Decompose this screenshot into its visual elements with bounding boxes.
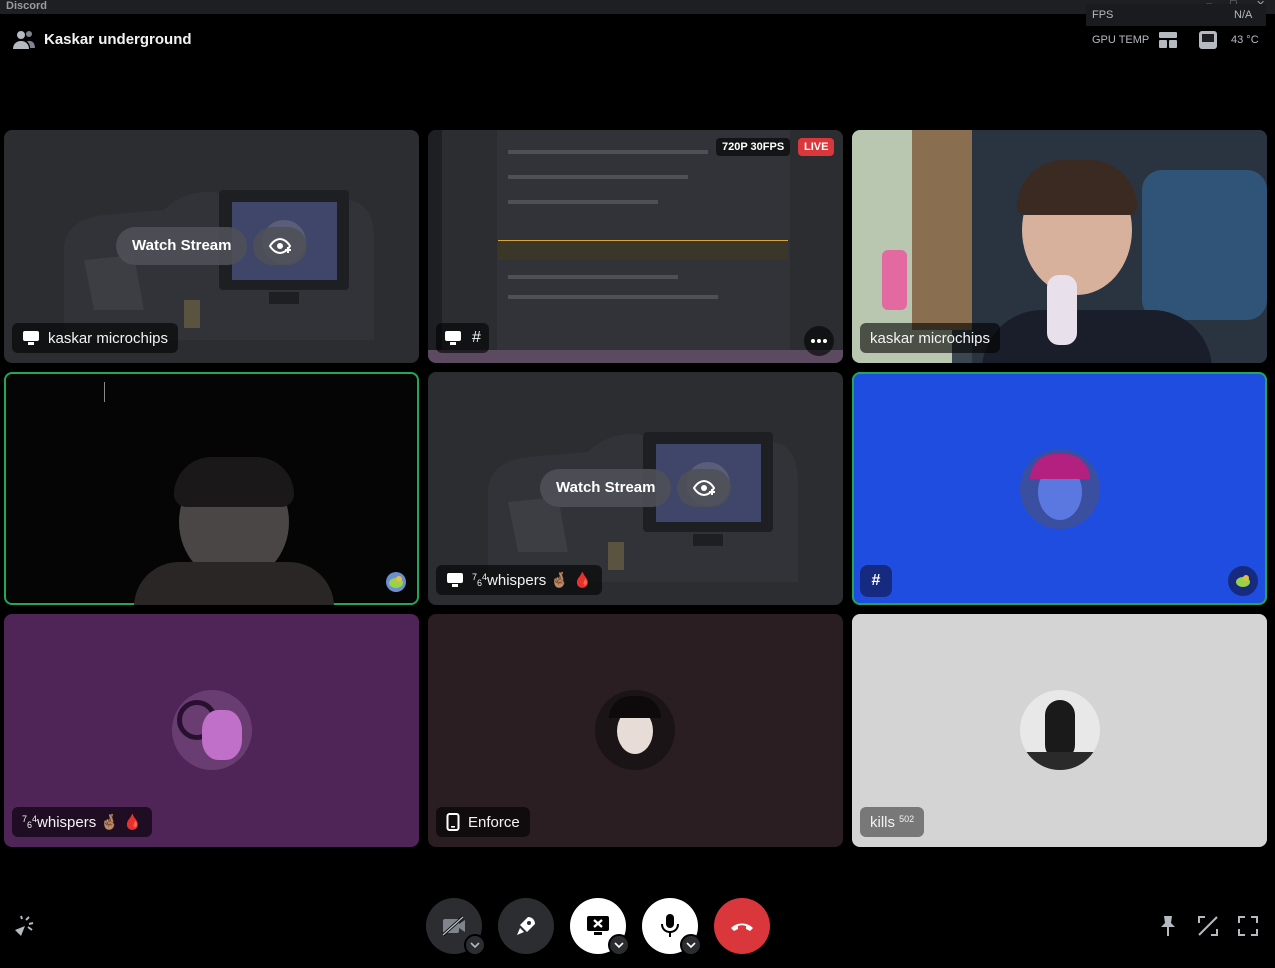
watch-stream-button[interactable]: Watch Stream <box>116 227 248 265</box>
live-stream-tile[interactable]: 720P 30FPS LIVE # <box>428 130 843 363</box>
avatar-tile[interactable]: kills 502 <box>852 614 1267 847</box>
stream-tile[interactable]: Watch Stream kaskar microchips <box>4 130 419 363</box>
chevron-down-icon[interactable] <box>680 934 702 956</box>
watch-stream-button[interactable]: Watch Stream <box>540 469 672 507</box>
hash-icon: # <box>472 329 481 346</box>
stream-quality-badge: 720P 30FPS <box>716 138 791 156</box>
call-controls <box>0 880 1275 968</box>
window-titlebar: Discord – □ ✕ <box>0 0 1275 14</box>
participant-avatar <box>172 690 252 770</box>
chevron-down-icon[interactable] <box>608 934 630 956</box>
camera-tile-speaking[interactable] <box>4 372 419 605</box>
live-badge: LIVE <box>798 138 835 156</box>
participant-nameplate: 764whispers 🤞🏽 🩸 <box>12 807 152 837</box>
call-title: Kaskar underground <box>44 31 192 48</box>
camera-toggle-button[interactable] <box>426 898 486 956</box>
hang-up-icon <box>731 923 753 931</box>
participant-nameplate: 764whispers 🤞🏽 🩸 <box>436 565 602 595</box>
participant-avatar <box>595 690 675 770</box>
soundboard-icon[interactable] <box>12 914 36 938</box>
fps-label: FPS <box>1092 9 1114 21</box>
group-dm-icon <box>13 31 35 49</box>
more-options-icon[interactable] <box>804 326 834 356</box>
activities-button[interactable] <box>498 898 554 954</box>
participant-name: 764whispers 🤞🏽 🩸 <box>472 572 592 589</box>
participant-name: kaskar microchips <box>48 329 169 347</box>
stream-icons-plate: # <box>436 323 489 353</box>
inbox-icon[interactable] <box>1198 30 1218 50</box>
screen-share-icon <box>445 331 461 345</box>
participant-avatar <box>1020 449 1100 529</box>
gpu-temp-label: GPU TEMP <box>1092 34 1150 46</box>
pin-icon[interactable] <box>1156 914 1180 938</box>
call-header: Kaskar underground <box>0 14 1275 64</box>
fps-value: N/A <box>1234 9 1253 21</box>
disconnect-button[interactable] <box>714 898 770 954</box>
avatar-tile[interactable]: Enforce <box>428 614 843 847</box>
participant-name: kaskar microchips <box>870 329 991 347</box>
stream-video-frame <box>428 130 843 363</box>
gpu-temp-value: 43 °C <box>1231 34 1259 46</box>
screen-share-button[interactable] <box>570 898 630 956</box>
participant-name: Enforce <box>468 813 520 831</box>
add-watch-eye-icon[interactable] <box>253 227 307 265</box>
microphone-button[interactable] <box>642 898 702 956</box>
add-watch-eye-icon[interactable] <box>677 469 731 507</box>
performance-overlay: FPS N/A GPU TEMP 43 °C <box>1086 4 1266 60</box>
screen-share-icon <box>447 573 463 587</box>
avatar-tile-speaking[interactable]: # <box>852 372 1267 605</box>
screen-share-icon <box>23 331 39 345</box>
layout-icon[interactable] <box>1158 30 1178 50</box>
avatar-tile[interactable]: 764whispers 🤞🏽 🩸 <box>4 614 419 847</box>
mobile-icon <box>446 813 460 831</box>
discord-call-window: { "titlebar": { "app_name": "Discord" },… <box>0 0 1275 968</box>
participant-nameplate: kaskar microchips <box>12 323 179 353</box>
avatar-badge-icon <box>1228 566 1258 596</box>
stop-share-icon <box>587 916 609 935</box>
microphone-icon <box>661 914 679 937</box>
participant-name: 764whispers 🤞🏽 🩸 <box>22 814 142 831</box>
stream-tile[interactable]: Watch Stream 764whispers 🤞🏽 🩸 <box>428 372 843 605</box>
participant-nameplate: kaskar microchips <box>860 323 1001 353</box>
rocket-icon <box>517 917 535 935</box>
avatar-badge-icon <box>386 572 406 592</box>
participant-name: kills 502 <box>870 813 915 831</box>
hash-icon: # <box>860 565 892 597</box>
participant-nameplate: kills 502 <box>860 807 925 837</box>
participant-nameplate: Enforce <box>436 807 530 837</box>
app-name: Discord <box>6 0 47 12</box>
fullscreen-icon[interactable] <box>1236 914 1260 938</box>
chevron-down-icon[interactable] <box>464 934 486 956</box>
pop-out-icon[interactable] <box>1196 914 1220 938</box>
camera-tile[interactable]: kaskar microchips <box>852 130 1267 363</box>
camera-off-icon <box>441 915 465 937</box>
participant-avatar <box>1020 690 1100 770</box>
